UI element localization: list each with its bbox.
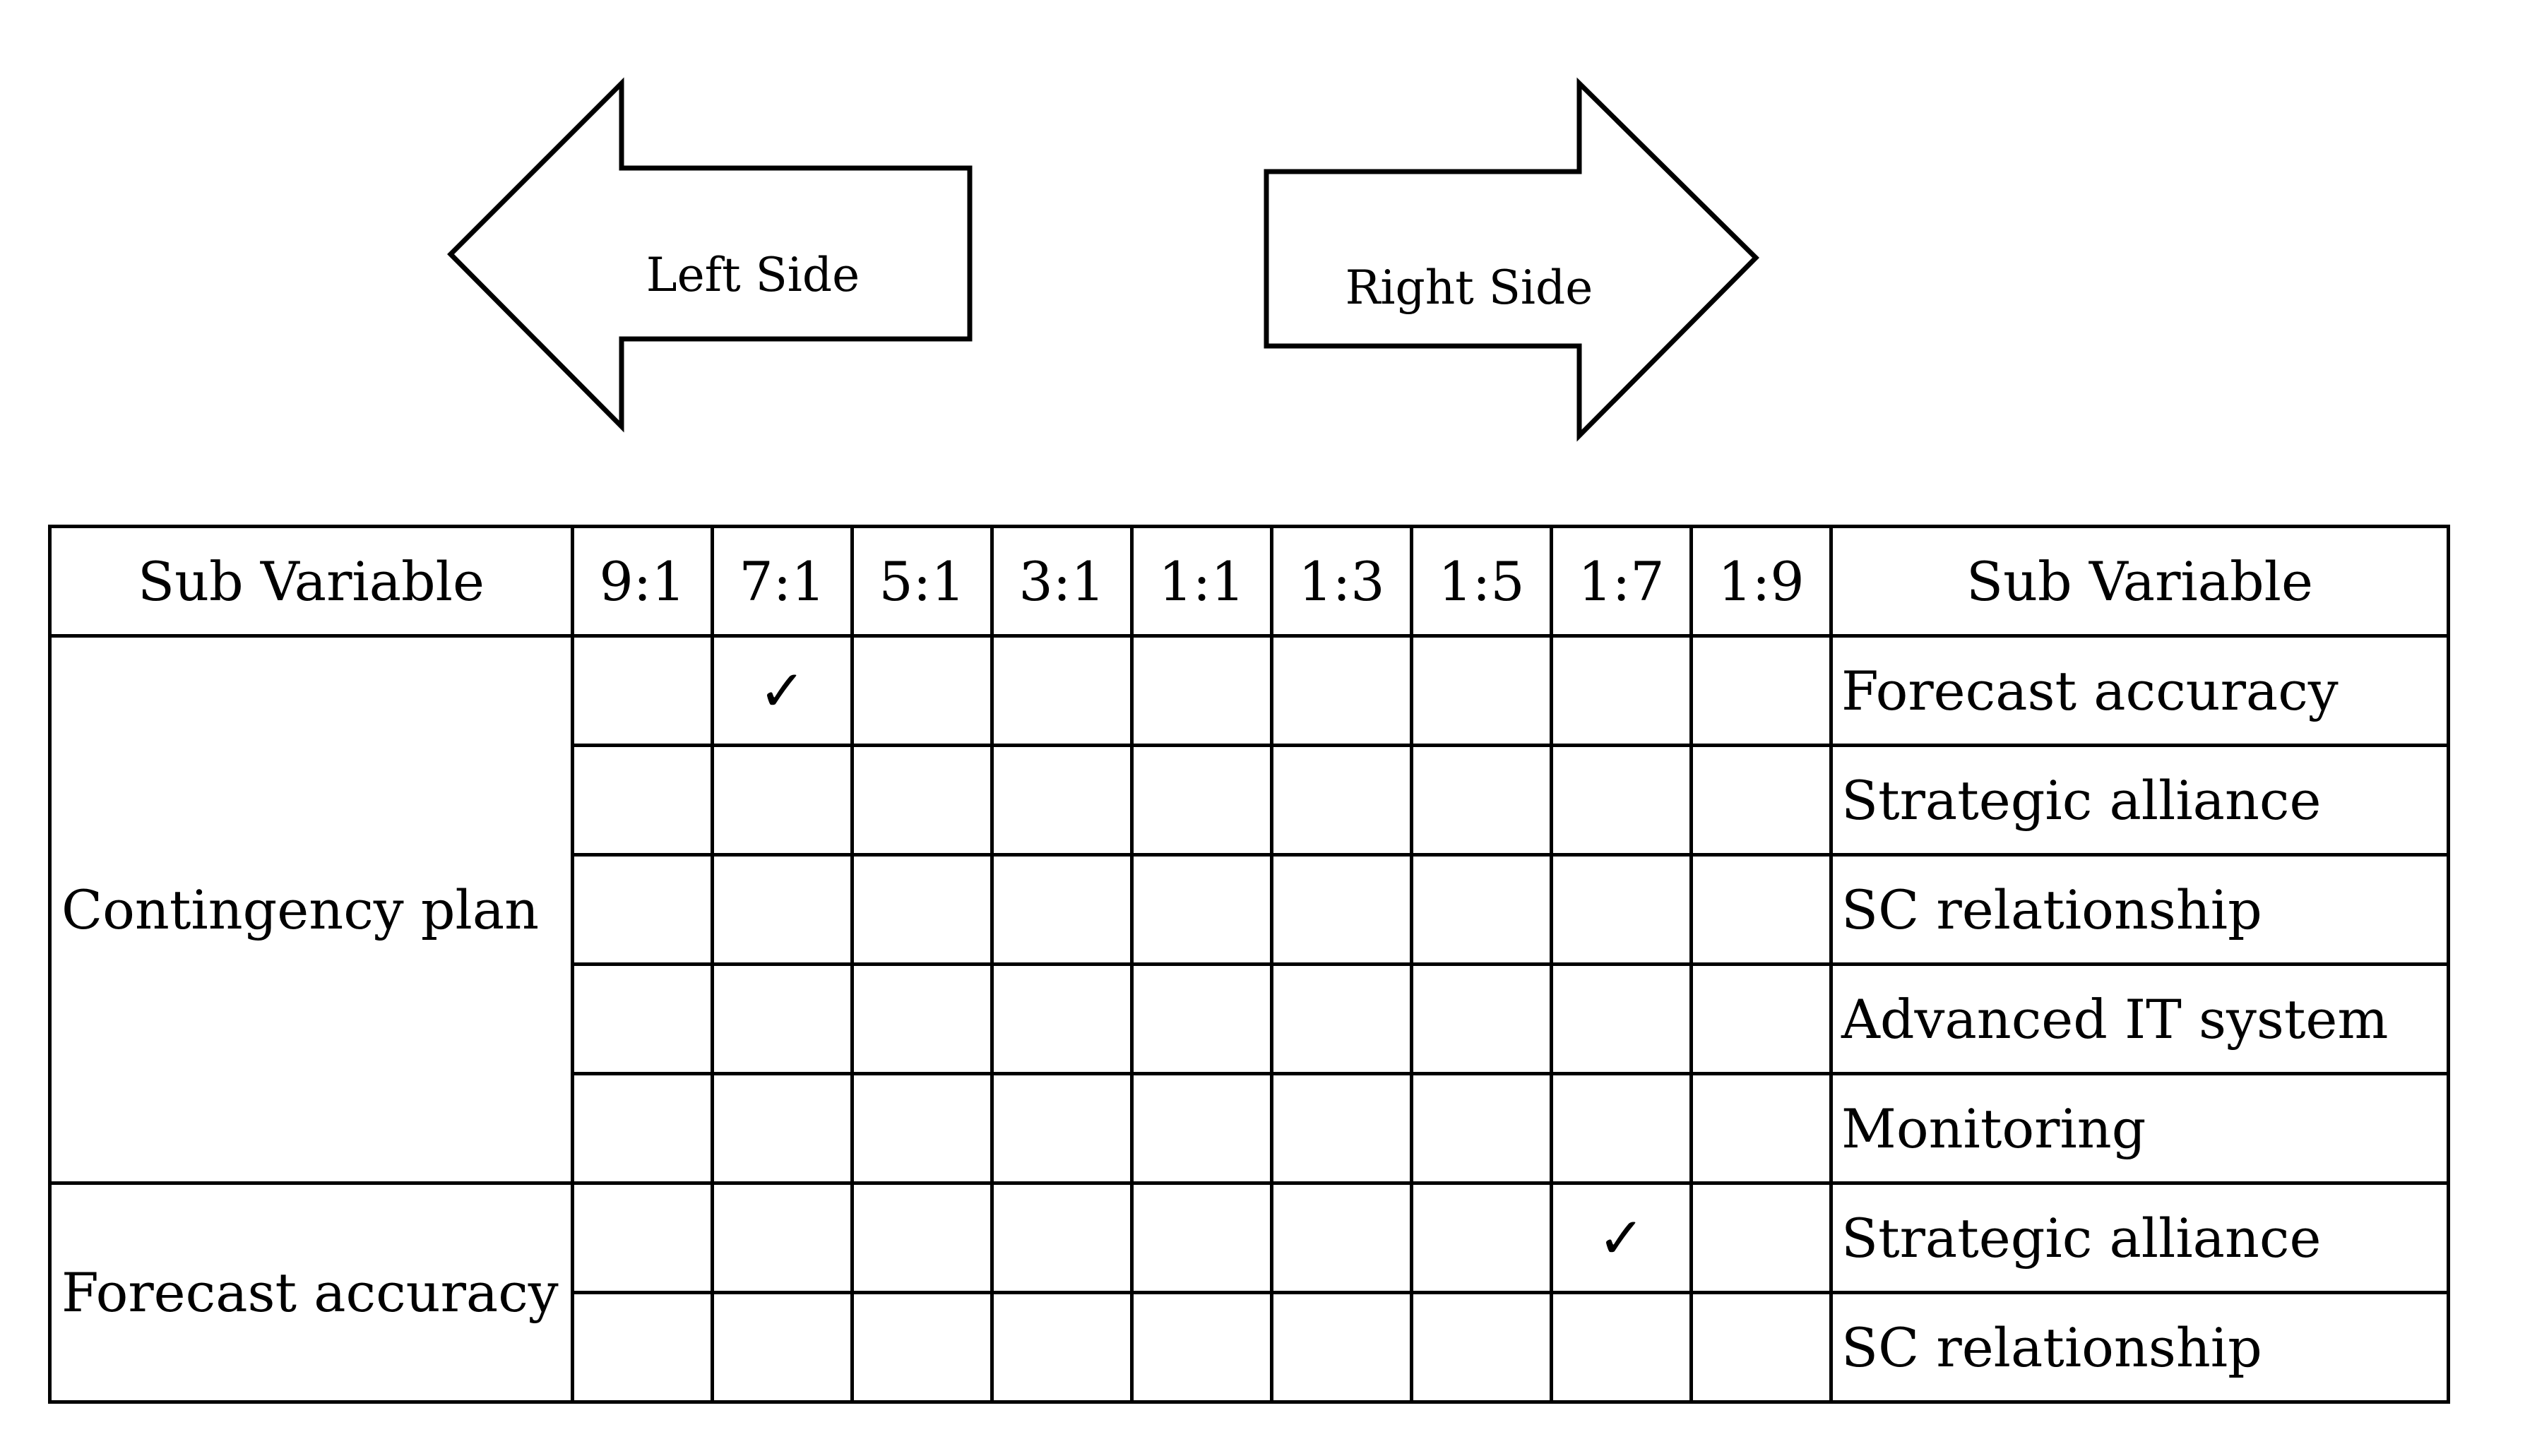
ratio-cell-1-1[interactable]	[1130, 853, 1273, 966]
ratio-cell-1-7[interactable]	[1550, 1291, 1693, 1404]
header-ratio-5-1: 5:1	[850, 525, 994, 638]
ratio-cell-9-1[interactable]	[571, 1072, 714, 1185]
checkmark-icon: ✓	[758, 657, 807, 724]
ratio-cell-1-9[interactable]	[1689, 962, 1833, 1075]
ratio-cell-1-9[interactable]	[1689, 634, 1833, 747]
ratio-cell-1-5[interactable]	[1410, 1181, 1553, 1294]
ratio-cell-1-1[interactable]	[1130, 1072, 1273, 1185]
table-row: Contingency plan ✓ Forecast accuracy	[48, 634, 2450, 1185]
ratio-cell-1-3[interactable]	[1270, 1291, 1413, 1404]
ratio-cell-3-1[interactable]	[990, 962, 1134, 1075]
right-sub-variable: Strategic alliance	[1829, 744, 2450, 857]
ratio-cell-1-7[interactable]	[1550, 634, 1693, 747]
direction-arrows: Left Side Right Side	[447, 77, 1759, 442]
ratio-cell-5-1[interactable]	[850, 1291, 994, 1404]
right-sub-variable: SC relationship	[1829, 1291, 2450, 1404]
ratio-cell-7-1[interactable]	[711, 1072, 854, 1185]
ratio-cell-5-1[interactable]	[850, 853, 994, 966]
header-ratio-1-9: 1:9	[1689, 525, 1833, 638]
ratio-cell-1-1[interactable]	[1130, 744, 1273, 857]
right-sub-variable: Strategic alliance	[1829, 1181, 2450, 1294]
ratio-cell-1-3[interactable]	[1270, 853, 1413, 966]
table-body: Contingency plan ✓ Forecast accuracy Strate…	[48, 634, 2450, 1404]
ratio-cell-1-5[interactable]	[1410, 1072, 1553, 1185]
ratio-cell-1-5[interactable]	[1410, 853, 1553, 966]
ratio-cell-1-9[interactable]	[1689, 853, 1833, 966]
right-sub-variable: Monitoring	[1829, 1072, 2450, 1185]
right-arrow-shape	[1264, 77, 1759, 442]
ratio-cell-9-1[interactable]	[571, 1181, 714, 1294]
ratio-cell-3-1[interactable]	[990, 744, 1134, 857]
header-ratio-1-7: 1:7	[1550, 525, 1693, 638]
ratio-cell-9-1[interactable]	[571, 853, 714, 966]
ratio-cell-1-1[interactable]	[1130, 962, 1273, 1075]
ratio-cell-7-1[interactable]	[711, 853, 854, 966]
ratio-cell-1-9[interactable]	[1689, 1291, 1833, 1404]
ratio-cell-7-1[interactable]: ✓	[711, 634, 854, 747]
ratio-cell-3-1[interactable]	[990, 634, 1134, 747]
ratio-cell-5-1[interactable]	[850, 962, 994, 1075]
ratio-cell-5-1[interactable]	[850, 1072, 994, 1185]
ratio-cell-3-1[interactable]	[990, 1181, 1134, 1294]
ratio-cell-9-1[interactable]	[571, 744, 714, 857]
ratio-cell-1-1[interactable]	[1130, 1291, 1273, 1404]
ratio-cell-1-7[interactable]	[1550, 744, 1693, 857]
ratio-cell-3-1[interactable]	[990, 1072, 1134, 1185]
ratio-cell-7-1[interactable]	[711, 744, 854, 857]
right-sub-variable: Advanced IT system	[1829, 962, 2450, 1075]
ratio-cell-5-1[interactable]	[850, 744, 994, 857]
header-ratio-9-1: 9:1	[571, 525, 714, 638]
ratio-cell-9-1[interactable]	[571, 1291, 714, 1404]
ratio-cell-3-1[interactable]	[990, 1291, 1134, 1404]
ratio-cell-5-1[interactable]	[850, 634, 994, 747]
ratio-cell-1-7[interactable]	[1550, 853, 1693, 966]
header-ratio-1-1: 1:1	[1130, 525, 1273, 638]
ratio-cell-1-5[interactable]	[1410, 962, 1553, 1075]
ratio-cell-1-7[interactable]: ✓	[1550, 1181, 1693, 1294]
left-sub-variable: Forecast accuracy	[48, 1181, 574, 1404]
ratio-cell-1-7[interactable]	[1550, 1072, 1693, 1185]
ratio-cell-9-1[interactable]	[571, 962, 714, 1075]
header-row: Sub Variable 9:1 7:1 5:1 3:1 1:1 1:3 1:5 1:7 1:9…	[48, 525, 2450, 638]
ratio-cell-1-1[interactable]	[1130, 634, 1273, 747]
ratio-cell-1-3[interactable]	[1270, 1181, 1413, 1294]
right-side-arrow: Right Side	[1264, 77, 1759, 442]
header-ratio-7-1: 7:1	[711, 525, 854, 638]
checkmark-icon: ✓	[1597, 1205, 1646, 1271]
ratio-cell-1-9[interactable]	[1689, 1181, 1833, 1294]
right-sub-variable: Forecast accuracy	[1829, 634, 2450, 747]
ratio-cell-1-1[interactable]	[1130, 1181, 1273, 1294]
left-side-arrow: Left Side	[447, 77, 973, 433]
header-right-sub-variable: Sub Variable	[1829, 525, 2450, 638]
header-left-sub-variable: Sub Variable	[48, 525, 574, 638]
ratio-cell-9-1[interactable]	[571, 634, 714, 747]
ratio-cell-7-1[interactable]	[711, 1291, 854, 1404]
ratio-cell-1-7[interactable]	[1550, 962, 1693, 1075]
ratio-cell-1-9[interactable]	[1689, 1072, 1833, 1185]
left-sub-variable: Contingency plan	[48, 634, 574, 1185]
pairwise-comparison-table: Sub Variable 9:1 7:1 5:1 3:1 1:1 1:3 1:5 1:7 1:9…	[48, 525, 2450, 1404]
right-side-label: Right Side	[1345, 261, 1593, 315]
ratio-cell-1-3[interactable]	[1270, 744, 1413, 857]
left-side-label: Left Side	[646, 248, 860, 302]
ratio-cell-1-3[interactable]	[1270, 1072, 1413, 1185]
ratio-cell-7-1[interactable]	[711, 1181, 854, 1294]
ratio-cell-1-5[interactable]	[1410, 1291, 1553, 1404]
ratio-cell-1-3[interactable]	[1270, 962, 1413, 1075]
ratio-cell-3-1[interactable]	[990, 853, 1134, 966]
header-ratio-3-1: 3:1	[990, 525, 1134, 638]
header-ratio-1-3: 1:3	[1270, 525, 1413, 638]
ratio-cell-5-1[interactable]	[850, 1181, 994, 1294]
ratio-cell-1-5[interactable]	[1410, 744, 1553, 857]
ratio-cell-1-5[interactable]	[1410, 634, 1553, 747]
right-sub-variable: SC relationship	[1829, 853, 2450, 966]
ratio-cell-1-9[interactable]	[1689, 744, 1833, 857]
table-row: Forecast accuracy ✓ Strategic alliance	[48, 1181, 2450, 1404]
header-ratio-1-5: 1:5	[1410, 525, 1553, 638]
ratio-cell-7-1[interactable]	[711, 962, 854, 1075]
ratio-cell-1-3[interactable]	[1270, 634, 1413, 747]
